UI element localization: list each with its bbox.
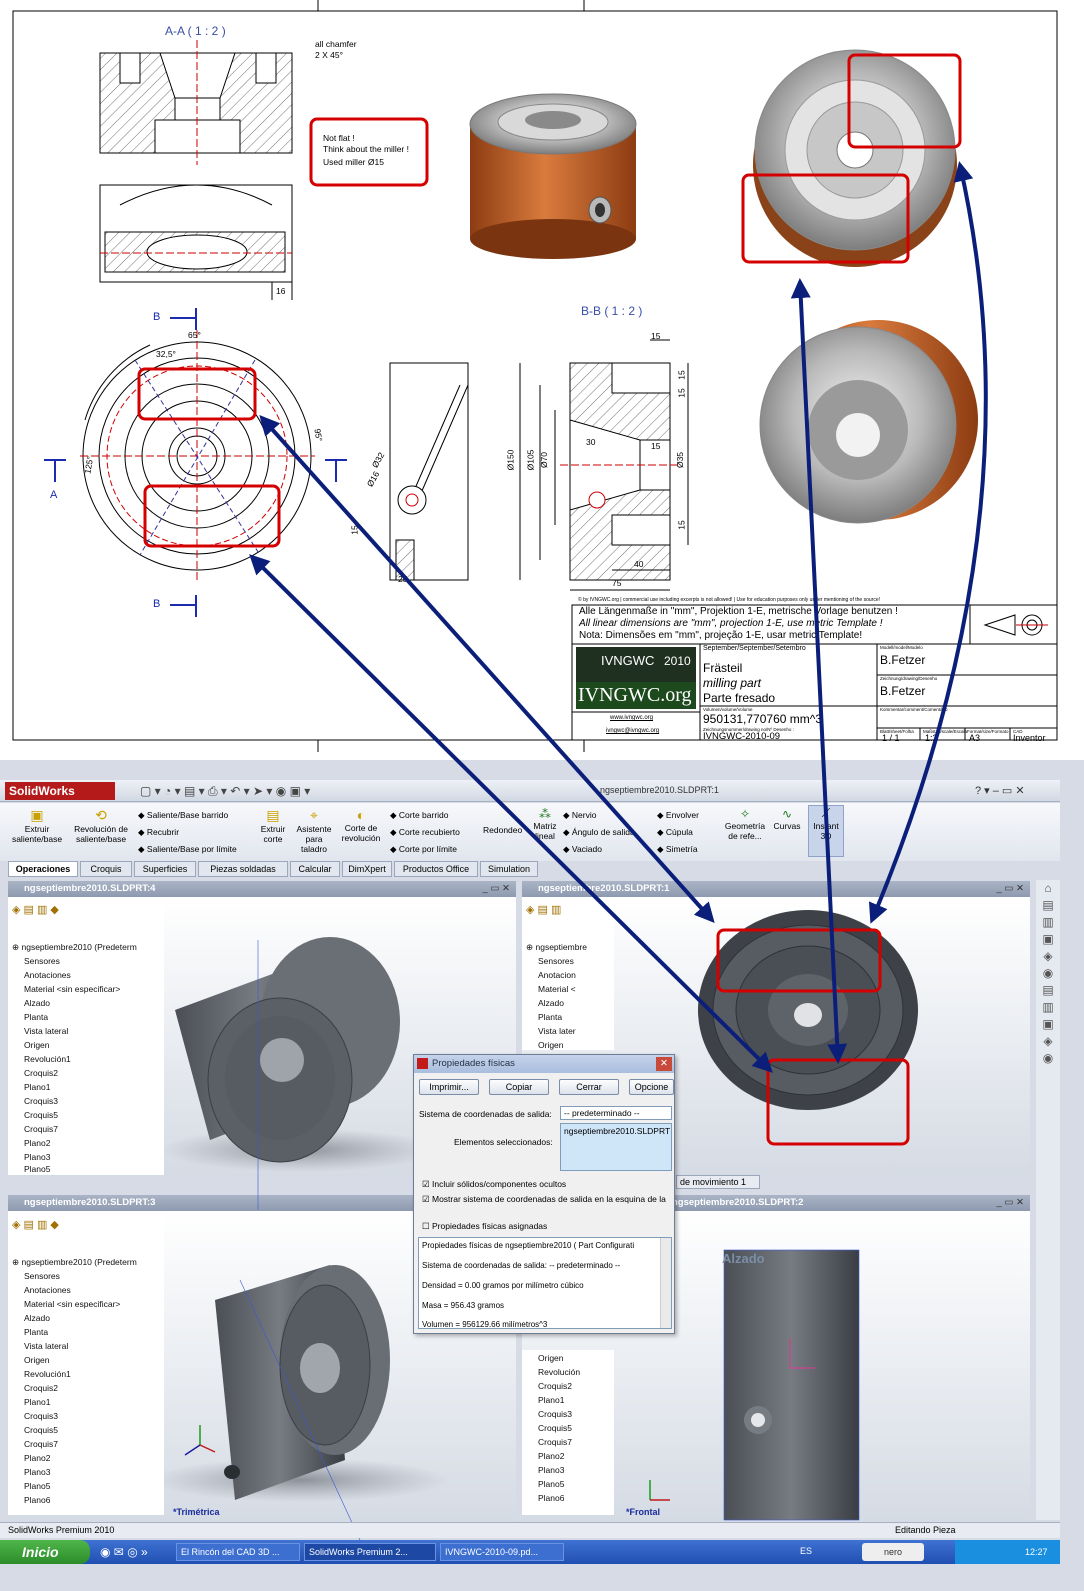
highlight-note: [309, 117, 429, 187]
arrow-4: [868, 161, 988, 924]
highlight-sw-top: [716, 928, 882, 993]
highlight-front-top: [137, 367, 257, 421]
arrow-1: [259, 415, 715, 923]
highlight-sw-bottom: [766, 1058, 910, 1146]
arrow-2: [249, 554, 773, 1073]
annotation-overlay: [137, 53, 988, 1146]
highlight-top-right-2: [741, 173, 910, 264]
arrow-3: [790, 278, 848, 1064]
highlight-boxes: [137, 53, 962, 1146]
highlight-top-right-1: [847, 53, 962, 149]
relation-arrows: [249, 161, 988, 1073]
highlight-front-bottom: [143, 484, 281, 548]
